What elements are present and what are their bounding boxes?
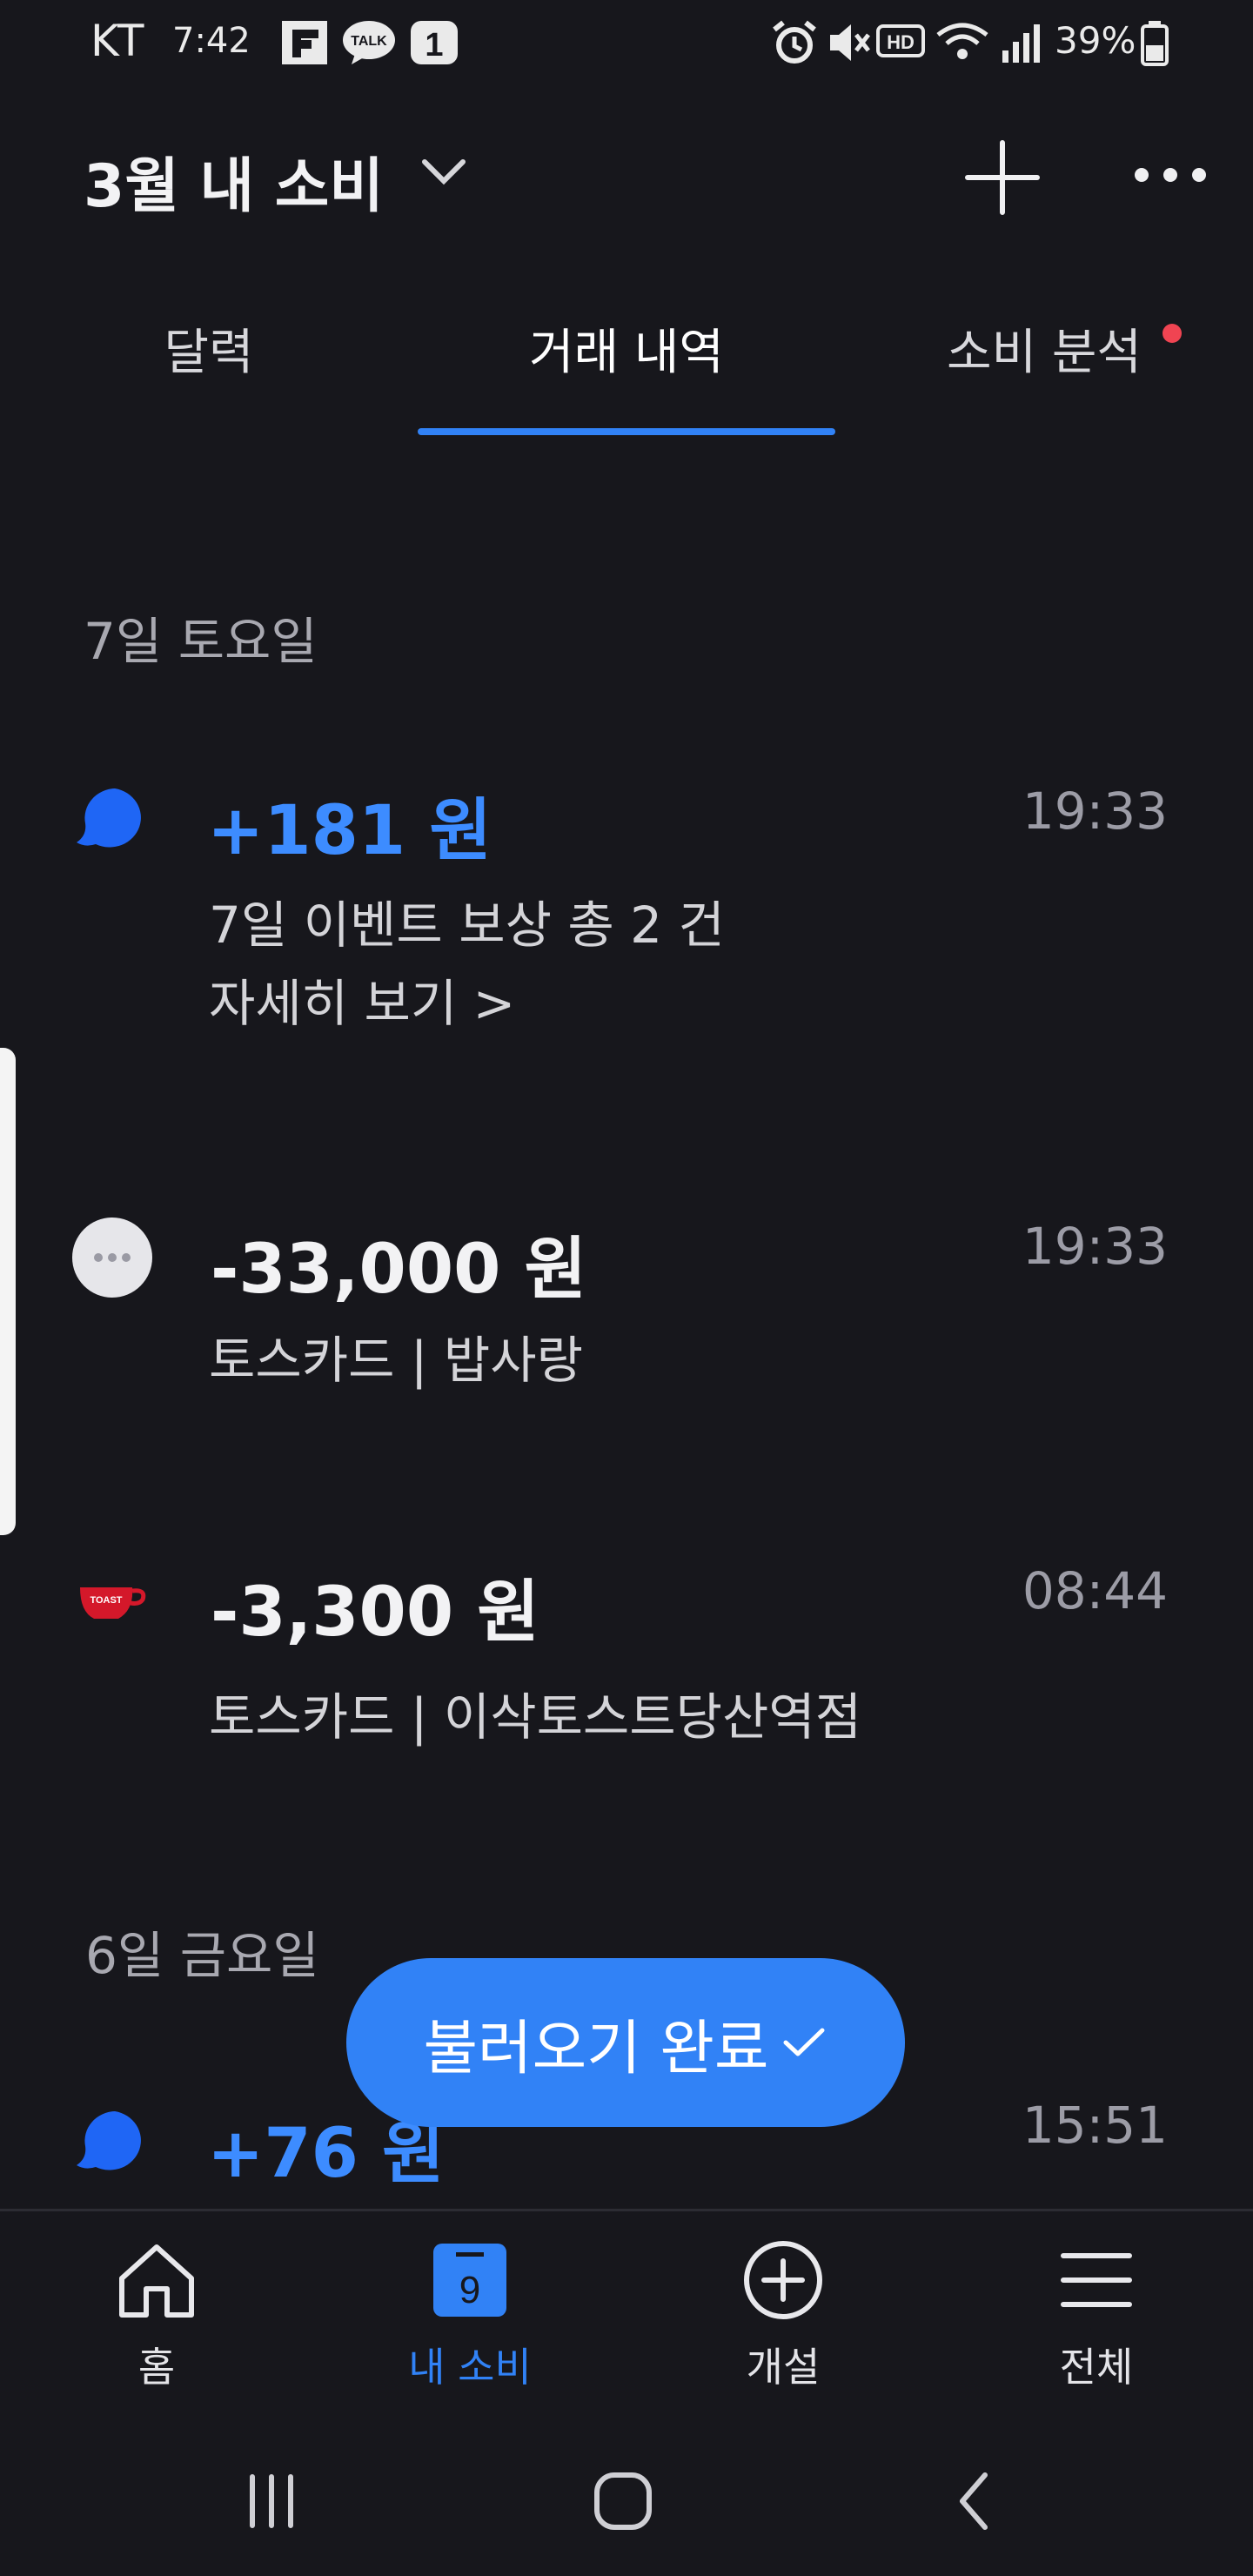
reward-bubble-icon bbox=[77, 788, 141, 848]
add-button[interactable] bbox=[962, 138, 1042, 218]
calendar-icon: 9 bbox=[433, 2244, 506, 2317]
home-button-icon[interactable] bbox=[588, 2466, 658, 2536]
battery-icon bbox=[1141, 21, 1169, 66]
check-icon bbox=[783, 2028, 825, 2056]
nav-label: 전체 bbox=[1059, 2344, 1134, 2391]
transaction-amount: -3,300 원 bbox=[211, 1573, 540, 1652]
system-navigation-bar bbox=[0, 2428, 1253, 2576]
nav-my-spending[interactable]: 9 내 소비 bbox=[357, 2237, 583, 2393]
transaction-amount: +181 원 bbox=[207, 792, 492, 870]
svg-text:1: 1 bbox=[425, 27, 443, 64]
toast-label: 불러오기 완료 bbox=[423, 2014, 769, 2083]
transaction-time: 15:51 bbox=[1022, 2096, 1168, 2155]
nav-all[interactable]: 전체 bbox=[983, 2237, 1209, 2393]
transaction-description: 토스카드 | 밥사랑 bbox=[209, 1331, 583, 1390]
back-icon[interactable] bbox=[948, 2466, 1001, 2536]
nav-home[interactable]: 홈 bbox=[44, 2237, 270, 2393]
tab-spending-analysis[interactable]: 소비 분석 bbox=[922, 313, 1166, 384]
nav-label: 내 소비 bbox=[408, 2344, 532, 2391]
transaction-row[interactable]: TOAST -3,300 원 08:44 토스카드 | 이삭토스트당산역점 bbox=[0, 1558, 1253, 1767]
number-one-app-icon: 1 bbox=[411, 21, 458, 64]
page-title[interactable]: 3월 내 소비 bbox=[84, 138, 384, 224]
flipboard-icon bbox=[282, 21, 327, 64]
hd-voice-icon: HD bbox=[876, 24, 925, 57]
more-options-icon[interactable] bbox=[1131, 162, 1209, 188]
wifi-icon bbox=[936, 23, 988, 59]
nav-label: 홈 bbox=[137, 2344, 176, 2391]
svg-text:TALK: TALK bbox=[351, 34, 387, 49]
calendar-day: 9 bbox=[459, 2269, 480, 2311]
recent-apps-icon[interactable] bbox=[240, 2466, 303, 2536]
transaction-row[interactable]: +181 원 19:33 7일 이벤트 보상 총 2 건 자세히 보기 > bbox=[0, 766, 1253, 1053]
alarm-icon bbox=[773, 20, 816, 64]
transaction-time: 19:33 bbox=[1022, 782, 1168, 841]
edge-panel-handle[interactable] bbox=[0, 1048, 16, 1535]
more-category-icon bbox=[72, 1218, 152, 1298]
tab-active-indicator bbox=[418, 428, 835, 435]
chevron-down-icon[interactable] bbox=[418, 153, 470, 191]
reward-bubble-icon bbox=[77, 2111, 141, 2170]
home-icon bbox=[119, 2244, 194, 2318]
clock: 7:42 bbox=[172, 21, 251, 61]
tab-transactions[interactable]: 거래 내역 bbox=[487, 313, 766, 384]
svg-text:HD: HD bbox=[887, 31, 915, 53]
svg-text:TOAST: TOAST bbox=[90, 1595, 122, 1606]
carrier-label: KT bbox=[90, 16, 146, 66]
see-details-link[interactable]: 자세히 보기 > bbox=[209, 963, 515, 1036]
transaction-description: 토스카드 | 이삭토스트당산역점 bbox=[209, 1687, 862, 1747]
merchant-logo-icon: TOAST bbox=[80, 1587, 146, 1619]
kakaotalk-icon: TALK bbox=[343, 21, 395, 64]
status-bar: KT 7:42 TALK 1 HD 39% bbox=[0, 0, 1253, 87]
plus-circle-icon bbox=[744, 2241, 822, 2319]
transaction-time: 19:33 bbox=[1022, 1217, 1168, 1276]
date-header: 6일 금요일 bbox=[85, 1926, 319, 1985]
tab-calendar[interactable]: 달력 bbox=[104, 313, 313, 384]
notification-dot bbox=[1163, 324, 1182, 343]
transaction-amount: -33,000 원 bbox=[211, 1231, 587, 1309]
nav-label: 개설 bbox=[746, 2344, 821, 2391]
transaction-description: 7일 이벤트 보상 총 2 건 bbox=[209, 896, 725, 955]
transaction-row[interactable]: -33,000 원 19:33 토스카드 | 밥사랑 bbox=[0, 1201, 1253, 1427]
date-header: 7일 토요일 bbox=[84, 612, 318, 671]
load-complete-toast: 불러오기 완료 bbox=[346, 1958, 905, 2127]
mute-icon bbox=[830, 24, 870, 61]
nav-open-account[interactable]: 개설 bbox=[670, 2237, 896, 2393]
transaction-time: 08:44 bbox=[1022, 1561, 1168, 1620]
signal-icon bbox=[1002, 24, 1040, 63]
battery-percent: 39% bbox=[1055, 19, 1136, 62]
menu-icon bbox=[1061, 2253, 1132, 2307]
